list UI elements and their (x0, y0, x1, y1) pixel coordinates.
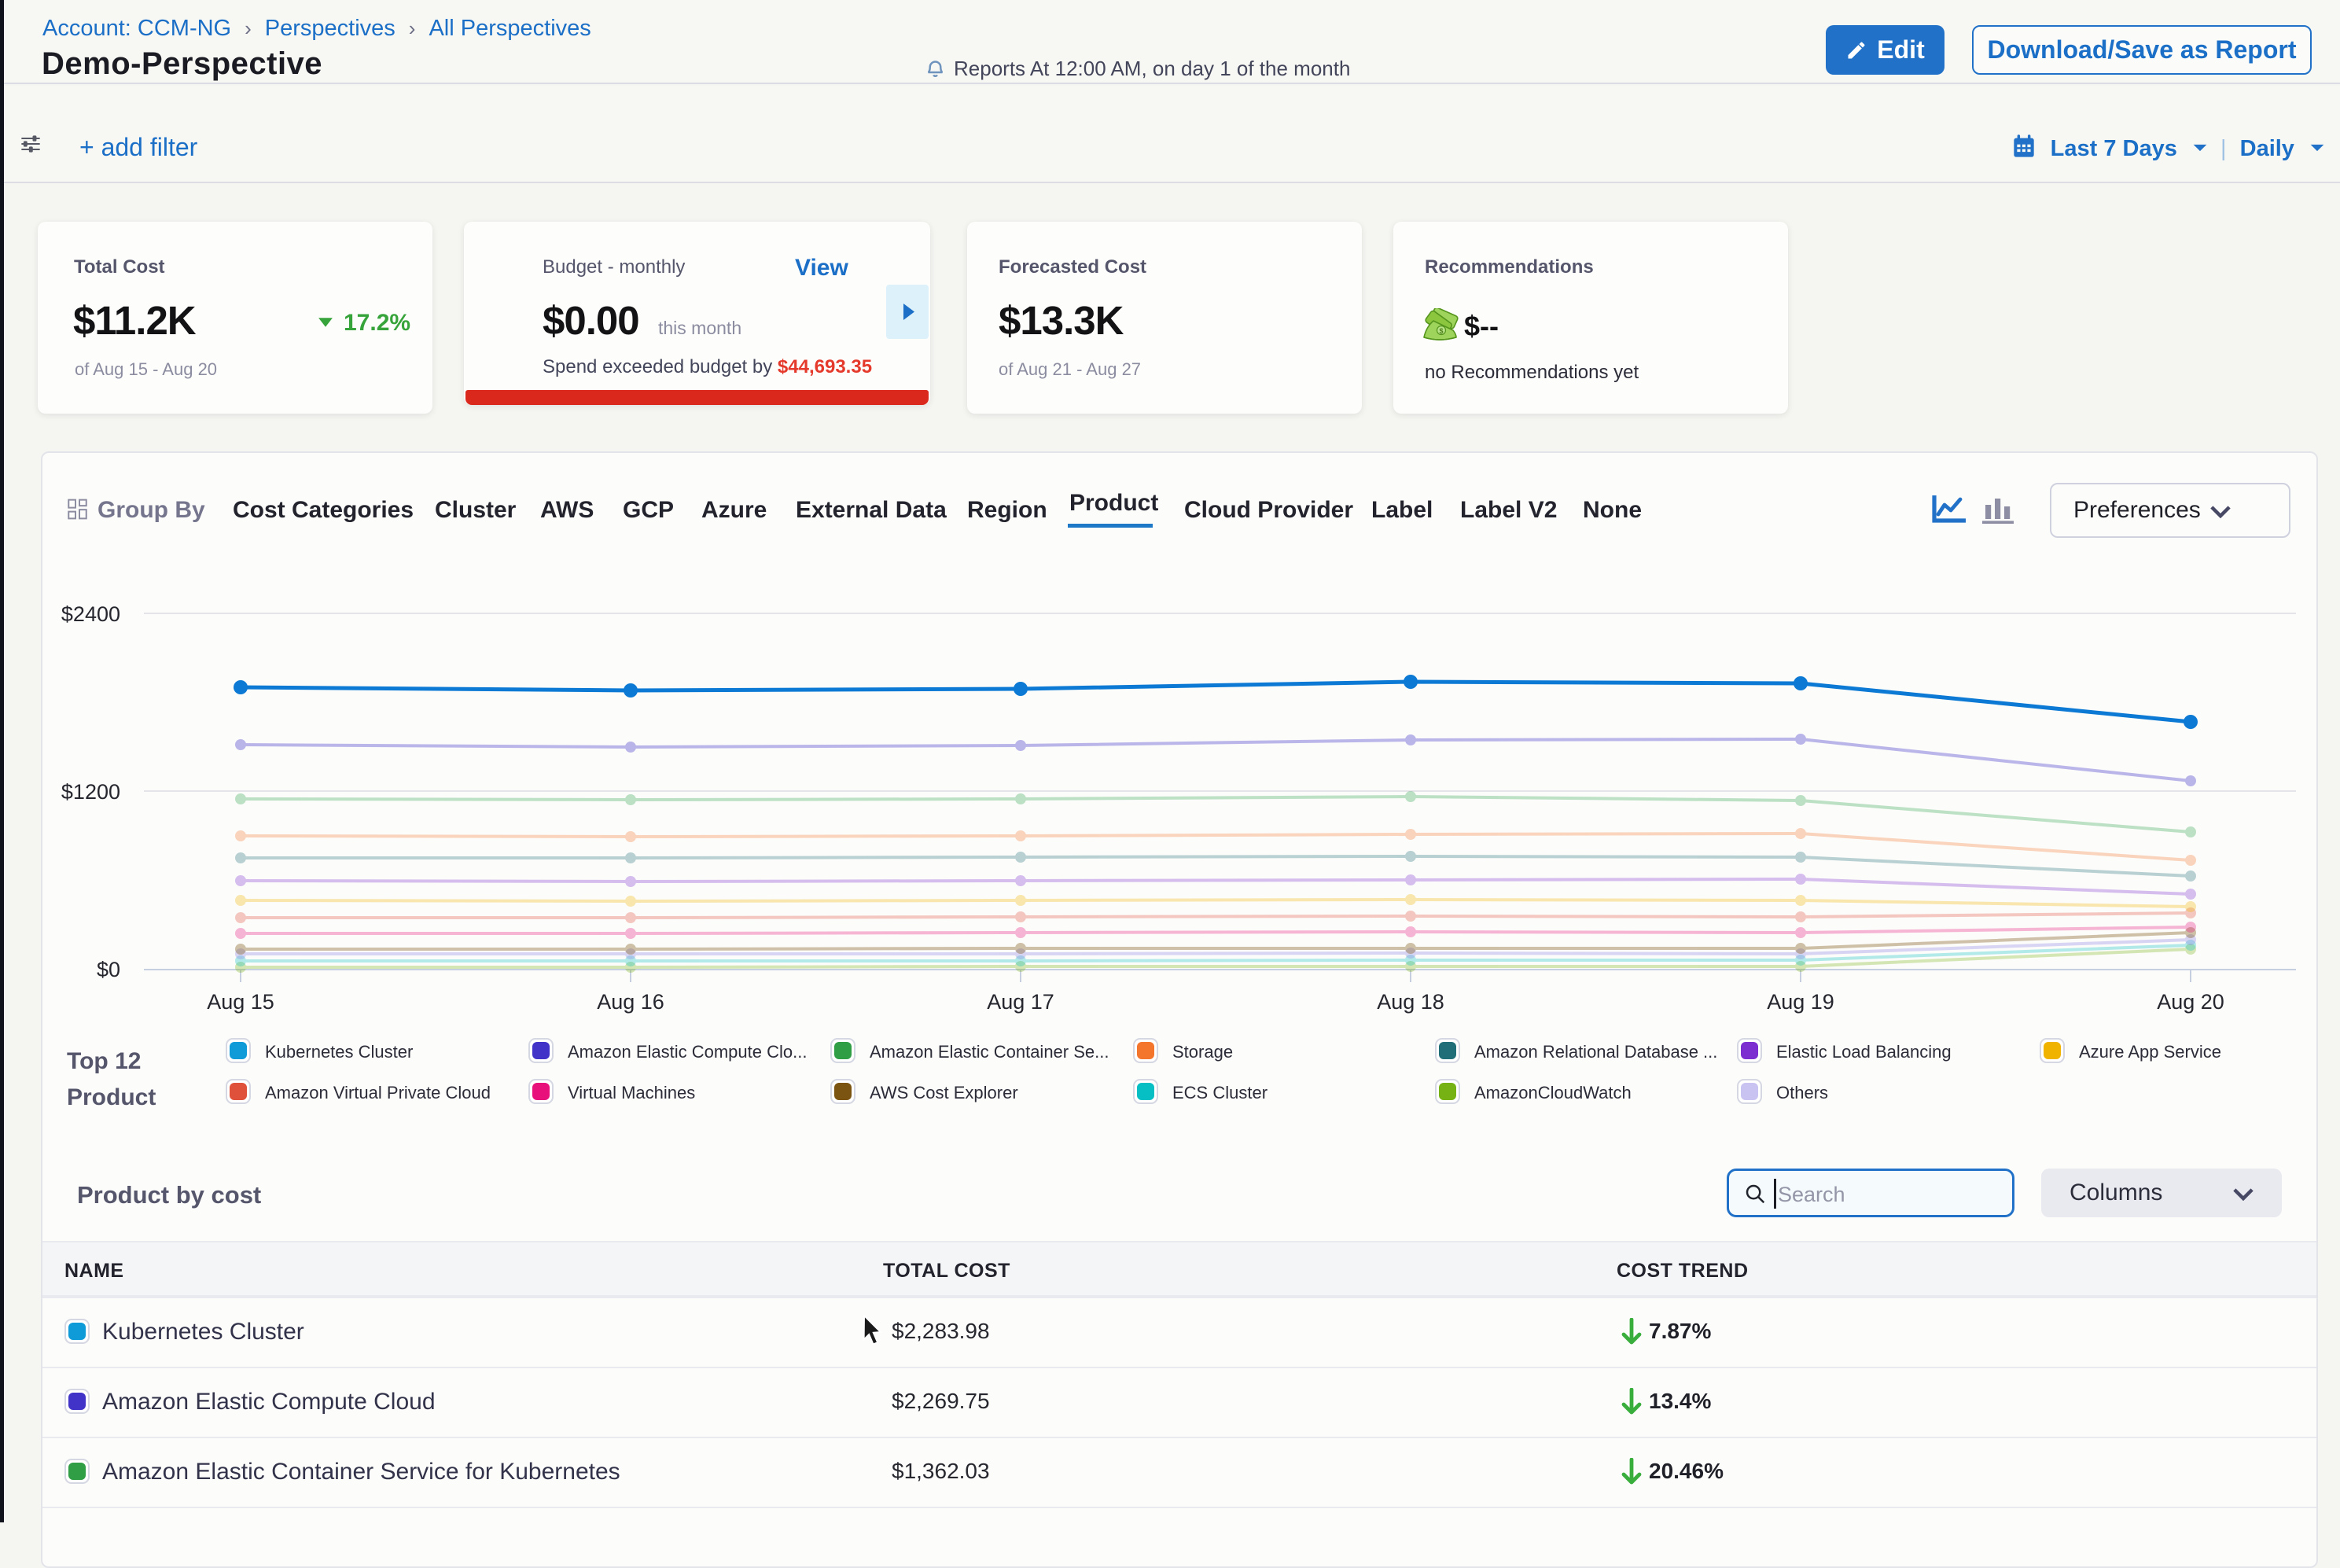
svg-text:Aug 17: Aug 17 (987, 990, 1054, 1014)
svg-text:$0: $0 (97, 958, 120, 981)
svg-text:$: $ (1439, 327, 1443, 335)
svg-text:Aug 15: Aug 15 (207, 990, 274, 1014)
svg-text:$2400: $2400 (61, 602, 120, 626)
svg-text:Aug 18: Aug 18 (1377, 990, 1444, 1014)
svg-text:$1200: $1200 (61, 780, 120, 804)
svg-text:Aug 19: Aug 19 (1767, 990, 1834, 1014)
svg-text:Aug 16: Aug 16 (597, 990, 664, 1014)
svg-text:Aug 20: Aug 20 (2157, 990, 2224, 1014)
